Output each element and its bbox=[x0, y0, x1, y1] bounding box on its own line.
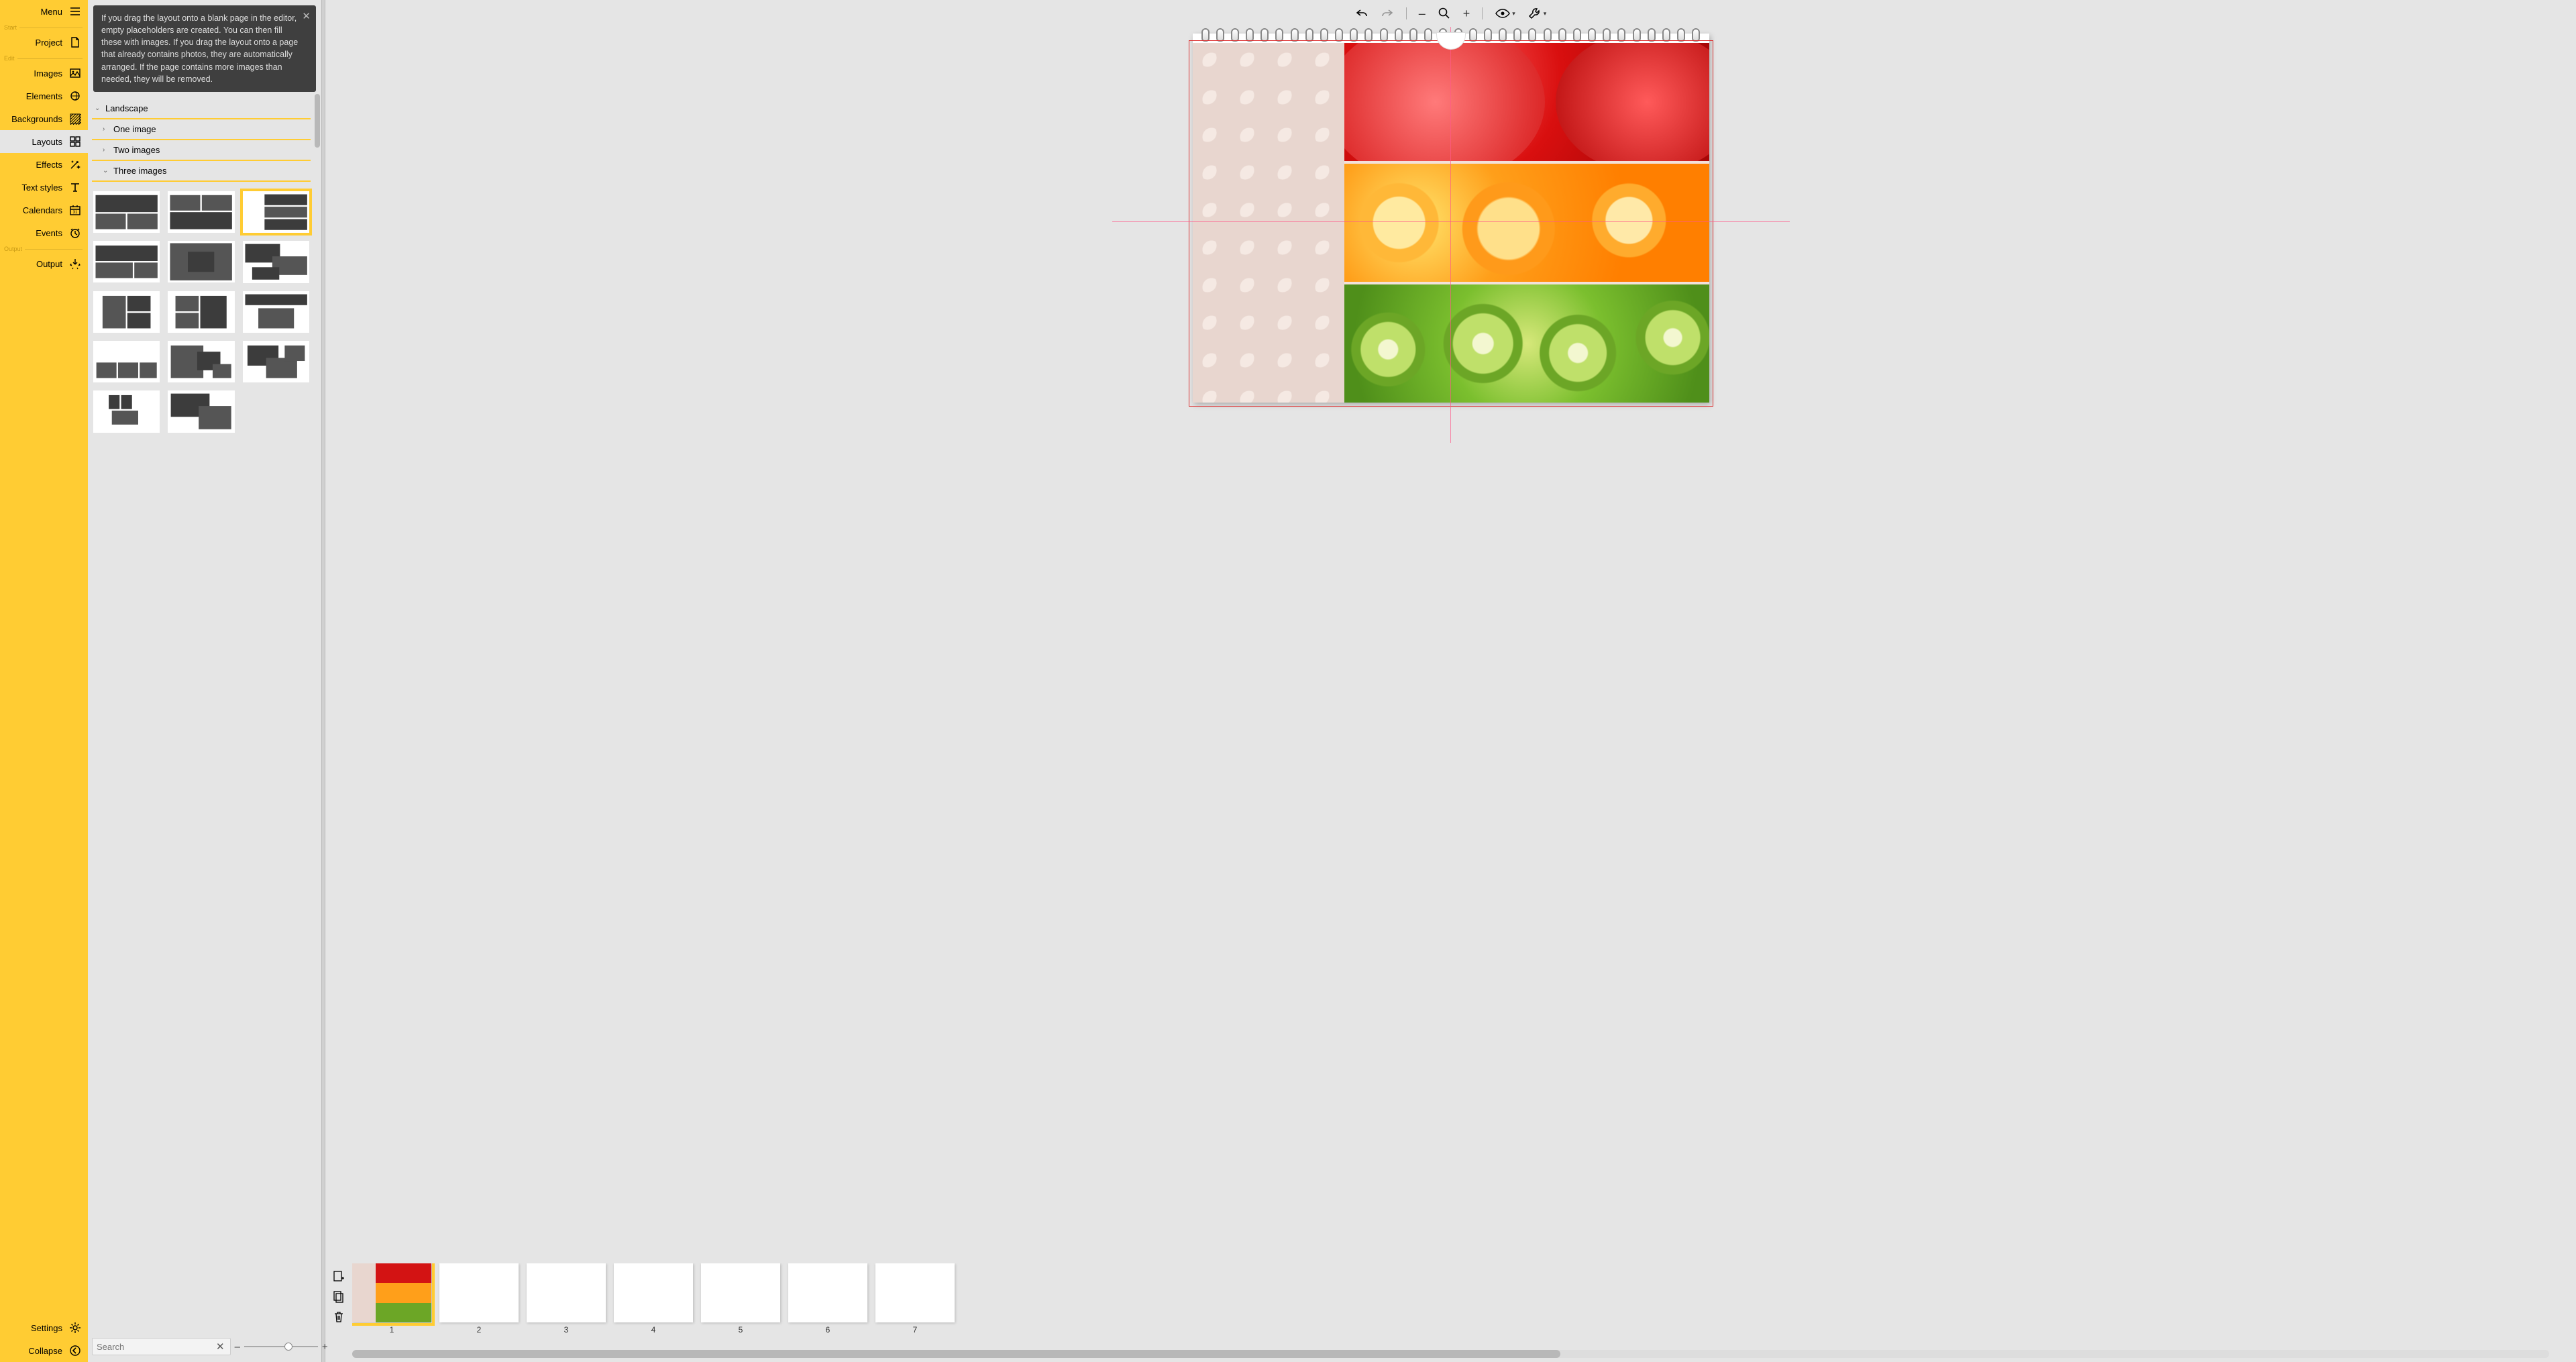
zoom-out-button[interactable]: – bbox=[1416, 4, 1428, 23]
text-icon bbox=[69, 181, 81, 193]
zoom-fit-button[interactable] bbox=[1435, 4, 1454, 23]
wand-icon bbox=[69, 158, 81, 170]
zoom-slider[interactable] bbox=[244, 1346, 318, 1347]
editor-main: – + ▾ ▾ bbox=[325, 0, 2576, 1362]
layout-thumb[interactable] bbox=[243, 291, 309, 333]
hatch-icon bbox=[69, 113, 81, 125]
search-input-wrap: ✕ bbox=[92, 1338, 231, 1355]
layout-thumbnails bbox=[92, 182, 311, 442]
canvas[interactable] bbox=[325, 27, 2576, 1259]
layouts-accordion: ⌄ Landscape › One image › Two images ⌄ T… bbox=[88, 97, 321, 1334]
filmstrip-page[interactable]: 7 bbox=[875, 1263, 955, 1334]
selection-outline bbox=[1189, 40, 1713, 407]
layout-thumb[interactable] bbox=[168, 191, 234, 233]
panel-footer: ✕ – + bbox=[88, 1334, 321, 1362]
layout-thumb[interactable] bbox=[168, 291, 234, 333]
guide-horizontal[interactable] bbox=[1112, 221, 1790, 222]
layout-thumb-selected[interactable] bbox=[243, 191, 309, 233]
export-icon bbox=[69, 258, 81, 270]
layout-thumb[interactable] bbox=[93, 191, 160, 233]
sidebar-item-text-styles[interactable]: Text styles bbox=[0, 176, 88, 199]
hamburger-icon bbox=[69, 5, 81, 17]
calendar-page[interactable] bbox=[1193, 34, 1709, 403]
search-input[interactable] bbox=[97, 1342, 215, 1352]
elements-icon bbox=[69, 90, 81, 102]
view-menu[interactable]: ▾ bbox=[1492, 5, 1518, 22]
layout-thumb[interactable] bbox=[243, 241, 309, 282]
sidebar: Menu Start Project Edit Images Elements … bbox=[0, 0, 88, 1362]
filmstrip-page[interactable]: 3 bbox=[527, 1263, 606, 1334]
sidebar-item-layouts[interactable]: Layouts bbox=[0, 130, 88, 153]
help-tooltip: If you drag the layout onto a blank page… bbox=[93, 5, 316, 92]
section-edit: Edit bbox=[0, 54, 88, 62]
layout-thumb[interactable] bbox=[93, 390, 160, 432]
layout-thumb[interactable] bbox=[168, 341, 234, 382]
document-icon bbox=[69, 36, 81, 48]
filmstrip-scrollbar[interactable] bbox=[352, 1350, 2549, 1358]
filmstrip-page[interactable]: 2 bbox=[439, 1263, 519, 1334]
accordion-landscape[interactable]: ⌄ Landscape bbox=[92, 99, 311, 119]
chevron-right-icon: › bbox=[103, 125, 109, 133]
chevron-left-icon bbox=[69, 1345, 81, 1357]
filmstrip-pages: 1 2 3 4 5 6 7 bbox=[352, 1263, 2567, 1337]
delete-page-button[interactable] bbox=[332, 1310, 345, 1324]
sidebar-item-output[interactable]: Output bbox=[0, 252, 88, 275]
sidebar-item-events[interactable]: Events bbox=[0, 221, 88, 244]
zoom-in-button[interactable]: + bbox=[322, 1341, 328, 1353]
accordion-two-images[interactable]: › Two images bbox=[92, 140, 311, 161]
svg-text:31: 31 bbox=[73, 211, 78, 215]
zoom-out-button[interactable]: – bbox=[235, 1341, 240, 1353]
thumb-zoom: – + bbox=[235, 1341, 328, 1353]
add-page-button[interactable] bbox=[332, 1270, 345, 1284]
calendar-icon: 31 bbox=[69, 204, 81, 216]
panel-scrollbar[interactable] bbox=[315, 94, 320, 148]
section-output: Output bbox=[0, 244, 88, 252]
close-icon[interactable]: ✕ bbox=[302, 9, 311, 24]
menu-button[interactable]: Menu bbox=[0, 0, 88, 23]
filmstrip-page[interactable]: 5 bbox=[701, 1263, 780, 1334]
filmstrip-page[interactable]: 6 bbox=[788, 1263, 867, 1334]
gear-icon bbox=[69, 1322, 81, 1334]
layout-thumb[interactable] bbox=[93, 291, 160, 333]
filmstrip-page[interactable]: 4 bbox=[614, 1263, 693, 1334]
accordion-three-images[interactable]: ⌄ Three images bbox=[92, 161, 311, 182]
clock-icon bbox=[69, 227, 81, 239]
layout-thumb[interactable] bbox=[93, 241, 160, 282]
zoom-in-button[interactable]: + bbox=[1460, 4, 1473, 23]
image-icon bbox=[69, 67, 81, 79]
layout-thumb[interactable] bbox=[243, 341, 309, 382]
undo-button[interactable] bbox=[1352, 5, 1371, 22]
filmstrip-page[interactable]: 1 bbox=[352, 1263, 431, 1334]
chevron-down-icon: ⌄ bbox=[95, 105, 101, 112]
sidebar-item-backgrounds[interactable]: Backgrounds bbox=[0, 107, 88, 130]
section-start: Start bbox=[0, 23, 88, 31]
menu-label: Menu bbox=[40, 7, 62, 17]
layouts-icon bbox=[69, 136, 81, 148]
chevron-down-icon: ⌄ bbox=[103, 167, 109, 174]
sidebar-item-calendars[interactable]: Calendars 31 bbox=[0, 199, 88, 221]
layout-thumb[interactable] bbox=[168, 241, 234, 282]
tools-menu[interactable]: ▾ bbox=[1525, 4, 1550, 23]
page-filmstrip: 1 2 3 4 5 6 7 bbox=[325, 1259, 2576, 1350]
help-tooltip-text: If you drag the layout onto a blank page… bbox=[101, 13, 298, 84]
layout-thumb[interactable] bbox=[93, 341, 160, 382]
sidebar-item-images[interactable]: Images bbox=[0, 62, 88, 85]
sidebar-item-effects[interactable]: Effects bbox=[0, 153, 88, 176]
chevron-right-icon: › bbox=[103, 146, 109, 154]
layout-thumb[interactable] bbox=[168, 390, 234, 432]
canvas-toolbar: – + ▾ ▾ bbox=[325, 0, 2576, 27]
layouts-panel: If you drag the layout onto a blank page… bbox=[88, 0, 321, 1362]
sidebar-item-elements[interactable]: Elements bbox=[0, 85, 88, 107]
redo-button[interactable] bbox=[1378, 5, 1397, 22]
guide-vertical[interactable] bbox=[1450, 27, 1451, 443]
clear-icon[interactable]: ✕ bbox=[215, 1341, 226, 1353]
sidebar-item-project[interactable]: Project bbox=[0, 31, 88, 54]
accordion-one-image[interactable]: › One image bbox=[92, 119, 311, 140]
sidebar-item-collapse[interactable]: Collapse bbox=[0, 1339, 88, 1362]
duplicate-page-button[interactable] bbox=[332, 1290, 345, 1304]
sidebar-item-settings[interactable]: Settings bbox=[0, 1316, 88, 1339]
